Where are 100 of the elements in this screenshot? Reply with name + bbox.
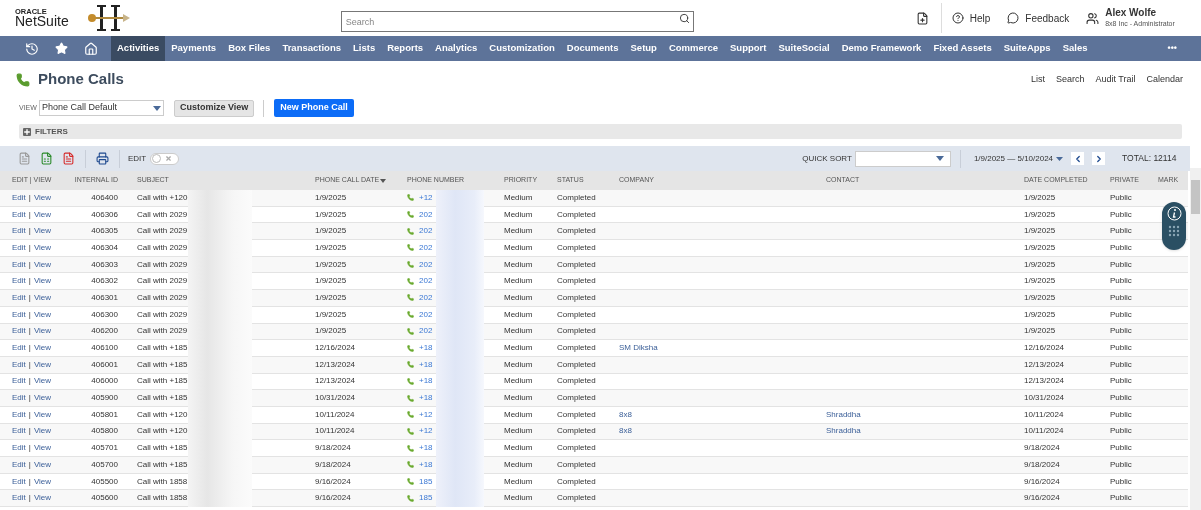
edit-link[interactable]: Edit xyxy=(12,358,26,371)
phone-number-link[interactable]: 202 xyxy=(419,241,433,254)
view-link[interactable]: View xyxy=(33,275,52,288)
edit-link[interactable]: Edit xyxy=(12,191,26,204)
phone-number-link[interactable]: 202 xyxy=(419,275,433,288)
company-link[interactable]: 8x8 xyxy=(619,409,632,419)
edit-toggle[interactable] xyxy=(150,152,180,165)
edit-link[interactable]: Edit xyxy=(12,458,26,471)
phone-number-link[interactable]: +12 xyxy=(419,425,433,438)
page-link[interactable]: Search xyxy=(1055,72,1085,87)
help-button[interactable]: Help xyxy=(951,10,991,26)
search-icon[interactable] xyxy=(678,12,690,24)
edit-link[interactable]: Edit xyxy=(12,291,26,304)
phone-number-link[interactable]: 202 xyxy=(419,308,433,321)
nav-tab[interactable]: Setup xyxy=(624,36,663,61)
recent-icon[interactable] xyxy=(25,41,39,56)
view-link[interactable]: View xyxy=(33,458,52,471)
edit-link[interactable]: Edit xyxy=(12,325,26,338)
edit-link[interactable]: Edit xyxy=(12,225,26,238)
export-excel-icon[interactable] xyxy=(40,152,53,165)
edit-link[interactable]: Edit xyxy=(12,241,26,254)
view-link[interactable]: View xyxy=(33,225,52,238)
nav-tab[interactable]: Customization xyxy=(483,36,561,61)
page-link[interactable]: Calendar xyxy=(1146,72,1183,87)
view-link[interactable]: View xyxy=(33,392,52,405)
edit-link[interactable]: Edit xyxy=(12,425,26,438)
phone-number-link[interactable]: 202 xyxy=(419,325,433,338)
new-phone-call-button[interactable]: New Phone Call xyxy=(274,99,354,117)
phone-number-link[interactable]: 202 xyxy=(419,258,433,271)
nav-tab[interactable]: Documents xyxy=(560,36,625,61)
nav-tab[interactable]: Analytics xyxy=(429,36,484,61)
nav-tab[interactable]: Demo Framework xyxy=(835,36,928,61)
view-link[interactable]: View xyxy=(33,408,52,421)
nav-tab[interactable]: Payments xyxy=(165,36,223,61)
home-icon[interactable] xyxy=(84,41,98,56)
more-menu[interactable]: ••• xyxy=(1167,41,1177,56)
edit-link[interactable]: Edit xyxy=(12,392,26,405)
phone-number-link[interactable]: 185 xyxy=(419,475,433,488)
view-link[interactable]: View xyxy=(33,442,52,455)
phone-number-link[interactable]: +18 xyxy=(419,442,433,455)
view-link[interactable]: View xyxy=(33,492,52,505)
edit-link[interactable]: Edit xyxy=(12,342,26,355)
nav-tab[interactable]: Sales xyxy=(1056,36,1094,61)
edit-link[interactable]: Edit xyxy=(12,408,26,421)
star-icon[interactable] xyxy=(55,42,68,55)
previous-page-button[interactable] xyxy=(1071,152,1085,165)
edit-link[interactable]: Edit xyxy=(12,258,26,271)
filters-bar[interactable]: FILTERS xyxy=(19,124,1182,139)
view-link[interactable]: View xyxy=(33,342,52,355)
edit-link[interactable]: Edit xyxy=(12,308,26,321)
phone-number-link[interactable]: +18 xyxy=(419,375,433,388)
page-link[interactable]: List xyxy=(1030,72,1045,87)
company-link[interactable]: 8x8 xyxy=(619,426,632,436)
view-select[interactable]: Phone Call Default xyxy=(38,100,164,116)
edit-link[interactable]: Edit xyxy=(12,208,26,221)
nav-tab[interactable]: Activities xyxy=(111,36,166,61)
phone-number-link[interactable]: +12 xyxy=(419,408,433,421)
edit-link[interactable]: Edit xyxy=(12,375,26,388)
phone-number-link[interactable]: +18 xyxy=(419,342,433,355)
export-pdf-icon[interactable] xyxy=(62,152,75,165)
next-page-button[interactable] xyxy=(1092,152,1106,165)
add-page-icon[interactable] xyxy=(915,11,929,25)
edit-link[interactable]: Edit xyxy=(12,275,26,288)
phone-number-link[interactable]: 185 xyxy=(419,492,433,505)
nav-tab[interactable]: Support xyxy=(724,36,773,61)
phone-number-link[interactable]: 202 xyxy=(419,208,433,221)
view-link[interactable]: View xyxy=(33,358,52,371)
customize-view-button[interactable]: Customize View xyxy=(173,99,255,117)
phone-number-link[interactable]: +18 xyxy=(419,458,433,471)
view-link[interactable]: View xyxy=(33,475,52,488)
contact-link[interactable]: Shraddha xyxy=(826,426,861,436)
company-link[interactable]: SM Diksha xyxy=(619,343,658,353)
phone-number-link[interactable]: +18 xyxy=(419,358,433,371)
user-icon[interactable] xyxy=(1086,11,1100,25)
view-link[interactable]: View xyxy=(33,425,52,438)
phone-number-link[interactable]: +18 xyxy=(419,392,433,405)
edit-link[interactable]: Edit xyxy=(12,492,26,505)
nav-tab[interactable]: Reports xyxy=(381,36,430,61)
nav-tab[interactable]: Box Files xyxy=(222,36,277,61)
nav-tab[interactable]: Transactions xyxy=(276,36,347,61)
feedback-button[interactable]: Feedback xyxy=(1007,10,1070,26)
date-range-select[interactable]: 1/9/2025 — 5/10/2024 xyxy=(973,152,1064,165)
phone-number-link[interactable]: 202 xyxy=(419,225,433,238)
contact-link[interactable]: Shraddha xyxy=(826,409,861,419)
help-widget[interactable] xyxy=(1162,202,1186,250)
page-link[interactable]: Audit Trail xyxy=(1095,72,1136,87)
view-link[interactable]: View xyxy=(33,375,52,388)
nav-tab[interactable]: Lists xyxy=(347,36,382,61)
view-link[interactable]: View xyxy=(33,258,52,271)
print-icon[interactable] xyxy=(96,152,109,165)
nav-tab[interactable]: SuiteSocial xyxy=(772,36,836,61)
phone-number-link[interactable]: 202 xyxy=(419,291,433,304)
view-link[interactable]: View xyxy=(33,291,52,304)
nav-tab[interactable]: SuiteApps xyxy=(997,36,1057,61)
phone-number-link[interactable]: +12 xyxy=(419,191,433,204)
edit-link[interactable]: Edit xyxy=(12,475,26,488)
search-field[interactable]: Search xyxy=(340,11,694,32)
view-link[interactable]: View xyxy=(33,241,52,254)
view-link[interactable]: View xyxy=(33,325,52,338)
nav-tab[interactable]: Commerce xyxy=(662,36,725,61)
